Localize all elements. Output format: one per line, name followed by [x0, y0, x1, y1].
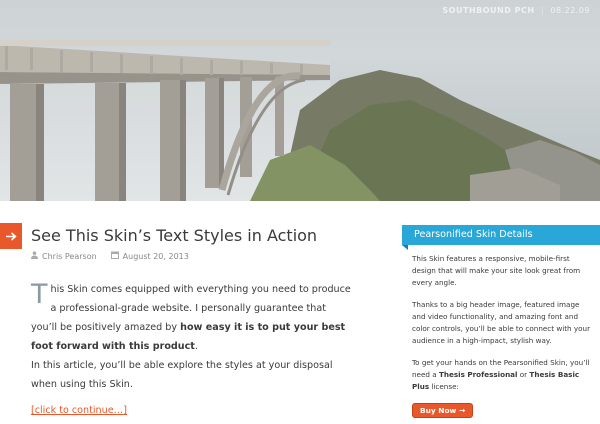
drop-cap: T — [31, 279, 48, 310]
sidebar-widget-header: Pearsonified Skin Details — [402, 225, 600, 250]
user-icon — [31, 251, 38, 261]
post-date: August 20, 2013 — [122, 251, 189, 261]
caption-date: 08.22.09 — [550, 6, 590, 15]
sidebar-widget-title: Pearsonified Skin Details — [414, 229, 533, 240]
caption-location: SOUTHBOUND PCH — [442, 6, 535, 15]
caption-separator: | — [540, 6, 545, 15]
calendar-icon — [110, 251, 119, 261]
buy-now-button[interactable]: Buy Now → — [412, 403, 474, 418]
post-author[interactable]: Chris Pearson — [42, 252, 97, 261]
arrow-right-icon[interactable] — [0, 223, 22, 249]
header-caption: SOUTHBOUND PCH | 08.22.09 — [442, 6, 590, 15]
post-paragraph-2: In this article, you’ll be able explore … — [31, 360, 333, 390]
continue-reading-link[interactable]: [click to continue…] — [31, 405, 127, 416]
post-title[interactable]: See This Skin’s Text Styles in Action — [31, 226, 317, 245]
ribbon-fold — [402, 245, 408, 250]
thesis-professional-label: Thesis Professional — [438, 370, 518, 379]
sidebar-p3-c: or — [517, 370, 530, 379]
post-meta: Chris Pearson August 20, 2013 — [31, 251, 189, 261]
sidebar-paragraph-3: To get your hands on the Pearsonified Sk… — [412, 357, 592, 393]
paragraph-1-end: . — [194, 341, 198, 352]
sidebar-p3-e: license: — [429, 382, 459, 391]
header-image: SOUTHBOUND PCH | 08.22.09 — [0, 0, 600, 201]
bridge-landscape-image — [0, 0, 600, 201]
sidebar-paragraph-1: This Skin features a responsive, mobile-… — [412, 254, 581, 287]
sidebar-paragraph-2: Thanks to a big header image, featured i… — [412, 300, 591, 345]
post-paragraph-1: This Skin comes equipped with everything… — [31, 280, 353, 356]
